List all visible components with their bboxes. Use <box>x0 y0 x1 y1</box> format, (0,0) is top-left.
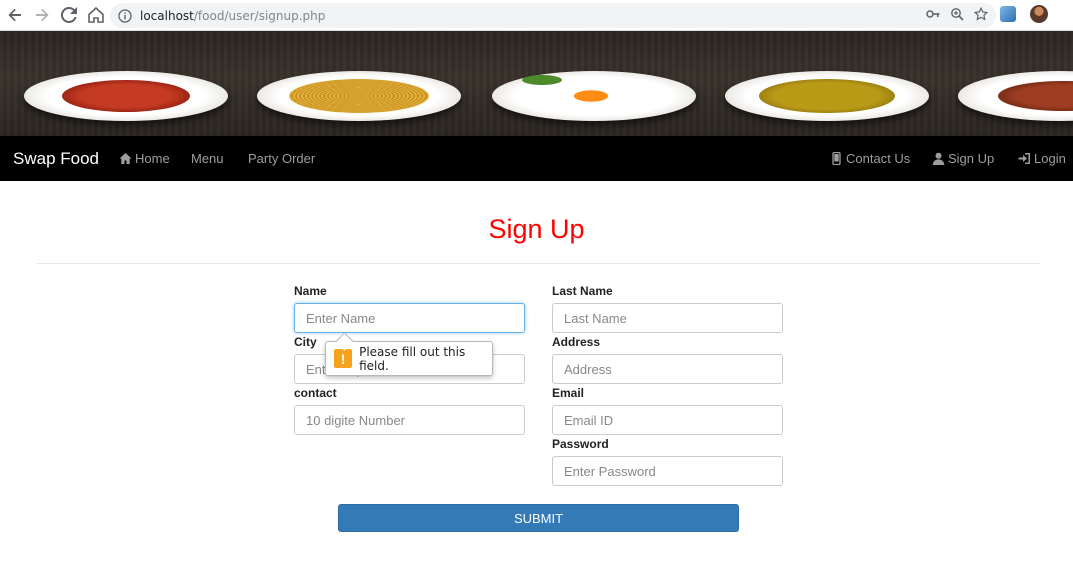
login-icon <box>1018 153 1030 164</box>
nav-login[interactable]: Login <box>1018 151 1066 166</box>
back-button[interactable] <box>3 3 27 27</box>
forward-button[interactable] <box>30 3 54 27</box>
address-bar[interactable]: localhost/food/user/signup.php <box>110 3 996 28</box>
address-label: Address <box>552 335 601 349</box>
name-field[interactable] <box>294 303 525 333</box>
page-title: Sign Up <box>488 214 585 244</box>
browser-toolbar: localhost/food/user/signup.php <box>0 0 1073 31</box>
nav-menu-label: Menu <box>191 151 224 166</box>
info-icon[interactable] <box>118 8 132 23</box>
validation-tooltip: ! Please fill out this field. <box>325 341 493 376</box>
phone-icon <box>832 152 841 165</box>
zoom-icon[interactable] <box>950 7 964 21</box>
reload-icon <box>61 7 77 23</box>
contact-field[interactable] <box>294 405 525 435</box>
password-field[interactable] <box>552 456 783 486</box>
star-icon[interactable] <box>974 7 988 21</box>
home-icon <box>119 153 132 164</box>
plate-noodles-image <box>257 71 461 121</box>
email-label: Email <box>552 386 585 400</box>
plate-egg-image <box>492 71 696 121</box>
nav-menu[interactable]: Menu <box>191 151 224 166</box>
nav-home[interactable]: Home <box>119 151 170 166</box>
contact-label: contact <box>294 386 337 400</box>
url-host: localhost <box>140 8 194 23</box>
nav-sign-up-label: Sign Up <box>948 151 995 166</box>
back-arrow-icon <box>8 8 21 22</box>
url-path: /food/user/signup.php <box>193 8 326 23</box>
plate-meat-image <box>958 71 1073 121</box>
validation-message: Please fill out this field. <box>359 344 466 373</box>
plate-curry-image <box>725 71 929 121</box>
city-label: City <box>294 335 317 349</box>
user-icon <box>932 152 945 165</box>
nav-home-label: Home <box>135 151 170 166</box>
name-label: Name <box>294 284 327 298</box>
password-label: Password <box>552 437 609 451</box>
key-icon[interactable] <box>926 7 940 21</box>
house-icon <box>88 7 104 23</box>
nav-party-order-label: Party Order <box>248 151 316 166</box>
warning-icon: ! <box>334 349 353 368</box>
divider <box>37 263 1040 264</box>
plate-soup-image <box>24 71 228 121</box>
profile-avatar-icon[interactable] <box>1030 5 1048 23</box>
submit-button[interactable]: SUBMIT <box>338 504 739 532</box>
main-navbar: Swap Food Home Menu Party Order Contact … <box>0 136 1073 181</box>
reload-button[interactable] <box>57 3 81 27</box>
home-button[interactable] <box>84 3 108 27</box>
url-text: localhost/food/user/signup.php <box>140 9 325 23</box>
nav-login-label: Login <box>1034 151 1066 166</box>
last-name-label: Last Name <box>552 284 613 298</box>
email-field[interactable] <box>552 405 783 435</box>
nav-contact-us[interactable]: Contact Us <box>830 151 910 166</box>
brand-link[interactable]: Swap Food <box>13 149 99 169</box>
extension-icon[interactable] <box>1000 6 1016 22</box>
food-banner <box>0 31 1073 136</box>
nav-sign-up[interactable]: Sign Up <box>932 151 994 166</box>
nav-party-order[interactable]: Party Order <box>248 151 315 166</box>
last-name-field[interactable] <box>552 303 783 333</box>
nav-contact-us-label: Contact Us <box>846 151 911 166</box>
forward-arrow-icon <box>36 8 49 22</box>
address-field[interactable] <box>552 354 783 384</box>
